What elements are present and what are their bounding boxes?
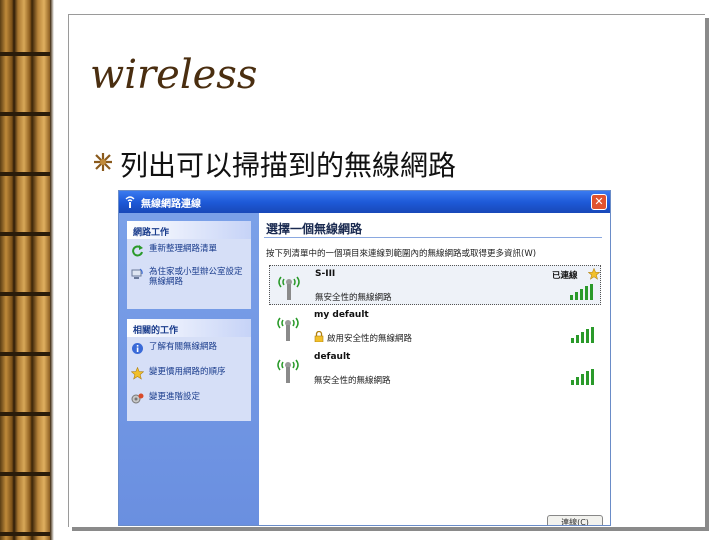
task-label: 變更慣用網路的順序 bbox=[149, 367, 226, 377]
network-tasks-header: 網路工作 bbox=[127, 221, 251, 239]
network-tasks-panel: 網路工作 重新整理網路清單 為住家或小型辦公室設定無線網路 bbox=[127, 221, 251, 309]
wireless-network-window: 無線網路連線 ✕ 網路工作 重新整理網路清單 為住家或小型辦公室設定無線網路 相… bbox=[118, 190, 611, 526]
network-security-status: 無安全性的無線網路 bbox=[314, 376, 391, 386]
task-label: 重新整理網路清單 bbox=[149, 244, 218, 254]
refresh-icon bbox=[132, 245, 143, 257]
divider bbox=[264, 237, 602, 238]
network-item-my-default[interactable]: my default 啟用安全性的無線網路 bbox=[269, 307, 601, 347]
star-icon bbox=[131, 367, 144, 380]
task-setup-home-network[interactable]: 為住家或小型辦公室設定無線網路 bbox=[127, 257, 251, 290]
connection-status: 已連線 bbox=[552, 271, 578, 281]
network-security-status: 啟用安全性的無線網路 bbox=[327, 334, 413, 344]
home-network-icon bbox=[131, 268, 143, 279]
main-description: 按下列清單中的一個項目來連線到範圍內的無線網路或取得更多資訊(W) bbox=[266, 249, 537, 259]
info-icon bbox=[132, 343, 143, 354]
signal-strength-icon bbox=[570, 284, 594, 300]
network-name: default bbox=[314, 352, 351, 362]
network-item-s-iii[interactable]: S-III 無安全性的無線網路 已連線 bbox=[269, 265, 601, 305]
task-label: 了解有關無線網路 bbox=[149, 342, 218, 352]
related-tasks-header: 相關的工作 bbox=[127, 319, 251, 337]
network-item-default[interactable]: default 無安全性的無線網路 bbox=[269, 349, 601, 389]
task-label: 為住家或小型辦公室設定無線網路 bbox=[149, 267, 243, 287]
wireless-antenna-icon bbox=[278, 276, 300, 300]
wireless-icon bbox=[125, 196, 135, 208]
star-bullet-icon bbox=[94, 153, 112, 171]
signal-strength-icon bbox=[571, 327, 595, 343]
connect-button[interactable]: 連線(C) bbox=[547, 515, 603, 525]
network-name: S-III bbox=[315, 269, 336, 279]
bamboo-border bbox=[0, 0, 50, 540]
main-title: 選擇一個無線網路 bbox=[266, 222, 363, 236]
window-titlebar[interactable]: 無線網路連線 ✕ bbox=[119, 191, 610, 213]
close-button[interactable]: ✕ bbox=[591, 194, 607, 210]
signal-strength-icon bbox=[571, 369, 595, 385]
task-sidebar: 網路工作 重新整理網路清單 為住家或小型辦公室設定無線網路 相關的工作 了解有關… bbox=[119, 213, 259, 525]
bullet-text: 列出可以掃描到的無線網路 bbox=[120, 149, 457, 182]
task-advanced-settings[interactable]: 變更進階設定 bbox=[127, 380, 251, 405]
preferred-star-icon bbox=[588, 268, 600, 280]
wireless-antenna-icon bbox=[277, 359, 299, 383]
task-label: 變更進階設定 bbox=[149, 392, 201, 402]
wireless-antenna-icon bbox=[277, 317, 299, 341]
task-learn-wireless[interactable]: 了解有關無線網路 bbox=[127, 337, 251, 355]
window-title: 無線網路連線 bbox=[141, 199, 201, 210]
task-refresh-network-list[interactable]: 重新整理網路清單 bbox=[127, 239, 251, 257]
settings-icon bbox=[131, 393, 144, 404]
slide-title: wireless bbox=[90, 52, 258, 98]
related-tasks-panel: 相關的工作 了解有關無線網路 變更慣用網路的順序 變更進階設定 bbox=[127, 319, 251, 421]
network-name: my default bbox=[314, 310, 369, 320]
lock-icon bbox=[314, 331, 324, 342]
bamboo-border-edge bbox=[50, 0, 54, 540]
network-security-status: 無安全性的無線網路 bbox=[315, 293, 392, 303]
task-change-network-order[interactable]: 變更慣用網路的順序 bbox=[127, 355, 251, 380]
network-list-pane: 選擇一個無線網路 按下列清單中的一個項目來連線到範圍內的無線網路或取得更多資訊(… bbox=[259, 213, 610, 525]
